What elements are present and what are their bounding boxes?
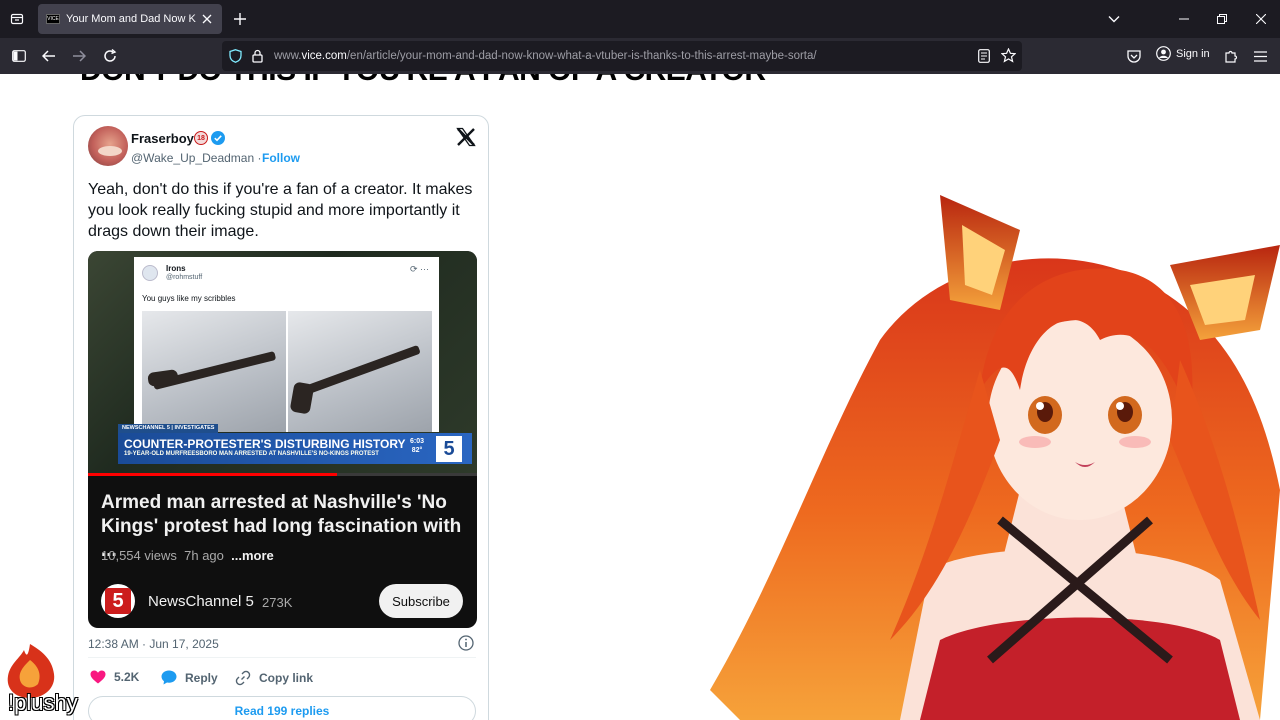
- video-progress-bar[interactable]: [88, 473, 477, 476]
- chyron-channel-logo: 5: [436, 436, 462, 462]
- video-progress-fill: [88, 473, 337, 476]
- verified-check-icon: [211, 131, 225, 145]
- shotgun-photo-left: [142, 311, 286, 432]
- age-18-badge-icon: 18: [194, 131, 208, 145]
- sign-in-button[interactable]: Sign in: [1156, 46, 1210, 61]
- follow-button[interactable]: Follow: [262, 151, 300, 165]
- bookmark-star-icon[interactable]: [1000, 47, 1017, 68]
- more-link[interactable]: ...more: [231, 548, 274, 563]
- author-name[interactable]: Fraserboy: [131, 131, 194, 146]
- author-avatar[interactable]: [88, 126, 128, 166]
- screenshot-more-dots-icon: ⟳ ···: [410, 264, 430, 274]
- article-subheading: DON'T DO THIS IF YOU'RE A FAN OF A CREAT…: [80, 74, 766, 88]
- screenshot-avatar: [142, 265, 158, 281]
- vtuber-fox-girl-avatar: [710, 195, 1280, 720]
- author-handle[interactable]: @Wake_Up_Deadman ·: [131, 151, 261, 165]
- thumbnail-tweet-screenshot: Irons @rohmstuff ⟳ ··· You guys like my …: [134, 257, 439, 432]
- screenshot-text: You guys like my scribbles: [142, 294, 236, 303]
- red-dress: [920, 617, 1240, 720]
- tab-bar: VICE Your Mom and Dad Now Know: [0, 0, 1280, 38]
- like-count: 5.2K: [114, 670, 140, 684]
- x-logo-icon[interactable]: [456, 127, 476, 147]
- navigation-toolbar: www.vice.com/en/article/your-mom-and-dad…: [0, 38, 1280, 74]
- channel-name[interactable]: NewsChannel 5: [148, 593, 254, 610]
- plushy-command-label: !plushy: [7, 689, 78, 715]
- shotgun-photo-right: [288, 311, 432, 432]
- pocket-icon[interactable]: [1123, 45, 1145, 67]
- youtube-video-card[interactable]: Irons @rohmstuff ⟳ ··· You guys like my …: [88, 251, 477, 628]
- url-text: www.vice.com/en/article/your-mom-and-dad…: [274, 50, 817, 62]
- restore-window-icon[interactable]: [1212, 9, 1232, 29]
- address-bar[interactable]: www.vice.com/en/article/your-mom-and-dad…: [222, 41, 1022, 71]
- reader-view-icon[interactable]: [978, 49, 990, 68]
- video-meta: 10,554 views 7h ago ...more: [101, 548, 274, 563]
- info-icon[interactable]: [458, 635, 474, 651]
- back-arrow-icon[interactable]: [38, 45, 60, 67]
- actions-divider: [88, 657, 476, 658]
- read-replies-button[interactable]: Read 199 replies: [88, 696, 476, 720]
- active-tab[interactable]: VICE Your Mom and Dad Now Know: [38, 4, 222, 34]
- reply-button[interactable]: Reply: [161, 670, 218, 685]
- new-tab-plus-icon[interactable]: [230, 9, 250, 29]
- lock-icon[interactable]: [252, 49, 263, 68]
- copy-link-label: Copy link: [259, 671, 314, 685]
- minimize-window-icon[interactable]: [1174, 9, 1194, 29]
- heart-icon: [90, 670, 106, 684]
- sign-in-label: Sign in: [1176, 47, 1210, 60]
- subscriber-count: 273K: [262, 595, 293, 610]
- reply-bubble-icon: [161, 670, 177, 685]
- extensions-puzzle-icon[interactable]: [1220, 45, 1242, 67]
- screenshot-author-handle: @rohmstuff: [166, 274, 203, 281]
- account-icon: [1156, 46, 1171, 61]
- hamburger-menu-icon[interactable]: [1249, 45, 1271, 67]
- tab-title: Your Mom and Dad Now Know: [66, 13, 196, 25]
- list-all-tabs-chevron-down-icon[interactable]: [1104, 9, 1124, 29]
- news-chyron: COUNTER-PROTESTER'S DISTURBING HISTORY 1…: [118, 433, 472, 464]
- tweet-timestamp[interactable]: 12:38 AM · Jun 17, 2025: [88, 637, 219, 651]
- embedded-tweet[interactable]: Fraserboy 18 @Wake_Up_Deadman · Follow Y…: [73, 115, 489, 720]
- chyron-time-temp: 6:03 82°: [410, 438, 425, 454]
- vice-favicon-icon: VICE: [46, 14, 60, 24]
- sidebar-toggle-icon[interactable]: [8, 45, 30, 67]
- reload-icon[interactable]: [99, 45, 121, 67]
- reply-label: Reply: [185, 670, 218, 685]
- close-window-icon[interactable]: [1251, 9, 1271, 29]
- forward-arrow-icon[interactable]: [68, 45, 90, 67]
- link-chain-icon: [235, 670, 251, 686]
- chyron-tag: NEWSCHANNEL 5 | INVESTIGATES: [118, 424, 219, 433]
- copy-link-button[interactable]: Copy link: [235, 670, 313, 686]
- like-button[interactable]: 5.2K: [90, 670, 139, 684]
- tracking-protection-shield-icon[interactable]: [229, 49, 242, 68]
- close-tab-icon[interactable]: [200, 12, 214, 26]
- chyron-headline: COUNTER-PROTESTER'S DISTURBING HISTORY: [124, 437, 406, 451]
- channel-avatar[interactable]: 5: [101, 584, 135, 618]
- tweet-text: Yeah, don't do this if you're a fan of a…: [88, 181, 473, 240]
- subscribe-button[interactable]: Subscribe: [379, 584, 463, 618]
- screenshot-author-name: Irons: [166, 264, 186, 273]
- chyron-subheadline: 19-YEAR-OLD MURFREESBORO MAN ARRESTED AT…: [124, 451, 379, 457]
- video-thumbnail[interactable]: Irons @rohmstuff ⟳ ··· You guys like my …: [88, 251, 477, 476]
- tab-list-icon[interactable]: [6, 8, 28, 30]
